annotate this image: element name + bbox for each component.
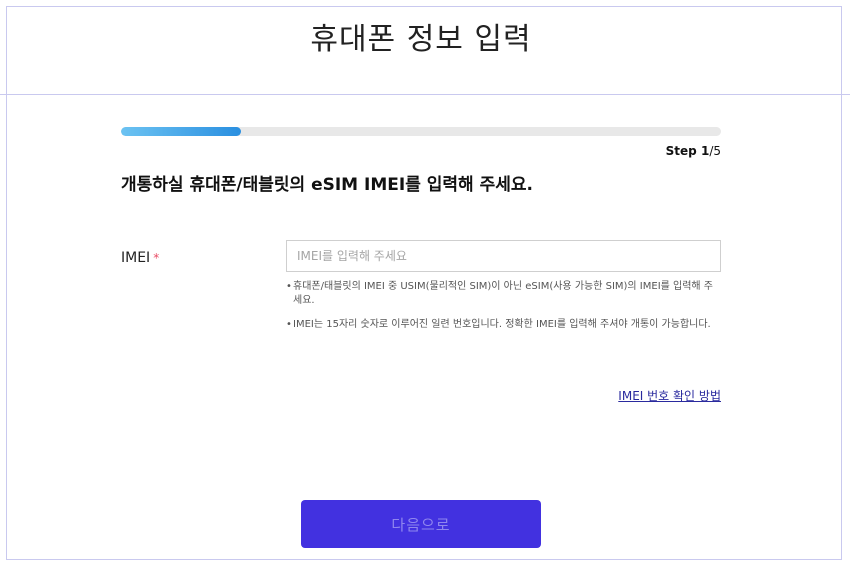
bullet-icon: • <box>286 319 292 330</box>
step-prefix: Step <box>665 144 701 158</box>
next-button[interactable]: 다음으로 <box>301 500 541 548</box>
required-mark: * <box>153 251 160 265</box>
step-total: /5 <box>709 144 721 158</box>
step-indicator: Step 1/5 <box>666 144 721 158</box>
note-item: • IMEI는 15자리 숫자로 이루어진 일련 번호입니다. 정확한 IMEI를… <box>286 318 721 332</box>
note-text: IMEI는 15자리 숫자로 이루어진 일련 번호입니다. 정확한 IMEI를 … <box>293 319 711 330</box>
instruction-headline: 개통하실 휴대폰/태블릿의 eSIM IMEI를 입력해 주세요. <box>121 175 533 195</box>
imei-notes: • 휴대폰/태블릿의 IMEI 중 USIM(물리적인 SIM)이 아닌 eSIM… <box>286 280 721 342</box>
note-text: 휴대폰/태블릿의 IMEI 중 USIM(물리적인 SIM)이 아닌 eSIM(… <box>293 281 714 306</box>
page-title: 휴대폰 정보 입력 <box>310 22 532 57</box>
imei-input[interactable] <box>286 240 721 272</box>
imei-label: IMEI * <box>121 250 159 266</box>
header-divider <box>0 94 850 95</box>
bullet-icon: • <box>286 281 292 292</box>
note-item: • 휴대폰/태블릿의 IMEI 중 USIM(물리적인 SIM)이 아닌 eSIM… <box>286 280 721 308</box>
imei-label-text: IMEI <box>121 250 151 266</box>
progress-bar <box>121 127 721 136</box>
imei-help-link[interactable]: IMEI 번호 확인 방법 <box>618 387 721 404</box>
progress-bar-fill <box>121 127 241 136</box>
